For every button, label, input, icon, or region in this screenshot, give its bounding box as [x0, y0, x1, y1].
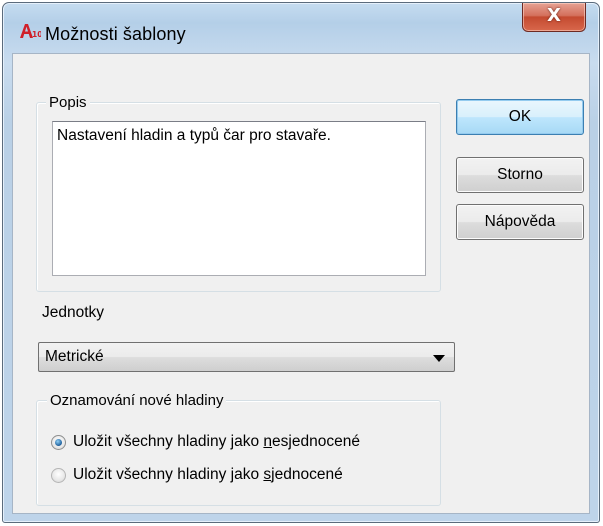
- svg-text:10: 10: [32, 30, 41, 39]
- units-selected-value: Metrické: [45, 348, 104, 365]
- window-title: Možnosti šablony: [45, 24, 186, 44]
- radio-label-reconciled: Uložit všechny hladiny jako sjednocené: [73, 466, 343, 483]
- description-textarea[interactable]: Nastavení hladin a typů čar pro stavaře.: [52, 121, 426, 276]
- layer-notification-group: Oznamování nové hladiny Uložit všechny h…: [36, 392, 441, 506]
- description-legend: Popis: [46, 94, 90, 111]
- radio-label-unreconciled: Uložit všechny hladiny jako nesjednocené: [73, 433, 360, 450]
- autocad-a10-icon: 10: [20, 24, 41, 39]
- dialog-body: Popis Nastavení hladin a typů čar pro st…: [12, 53, 590, 514]
- radio-button-reconciled[interactable]: [51, 468, 66, 483]
- radio-button-unreconciled[interactable]: [51, 435, 66, 450]
- help-button[interactable]: Nápověda: [456, 204, 584, 240]
- cancel-button[interactable]: Storno: [456, 157, 584, 193]
- ok-button[interactable]: OK: [456, 99, 584, 135]
- template-options-dialog: 10 Možnosti šablony X Popis Nastavení hl…: [2, 2, 600, 523]
- close-button[interactable]: X: [522, 3, 586, 32]
- close-icon: X: [547, 5, 561, 26]
- units-label: Jednotky: [42, 304, 105, 321]
- description-group: Popis Nastavení hladin a typů čar pro st…: [36, 94, 441, 292]
- title-bar[interactable]: 10 Možnosti šablony X: [3, 3, 599, 44]
- dropdown-arrow-icon: [433, 355, 445, 362]
- units-select[interactable]: Metrické: [38, 342, 455, 372]
- radio-option-unreconciled[interactable]: Uložit všechny hladiny jako nesjednocené: [51, 433, 431, 455]
- radio-option-reconciled[interactable]: Uložit všechny hladiny jako sjednocené: [51, 466, 431, 488]
- layer-notification-legend: Oznamování nové hladiny: [47, 392, 227, 409]
